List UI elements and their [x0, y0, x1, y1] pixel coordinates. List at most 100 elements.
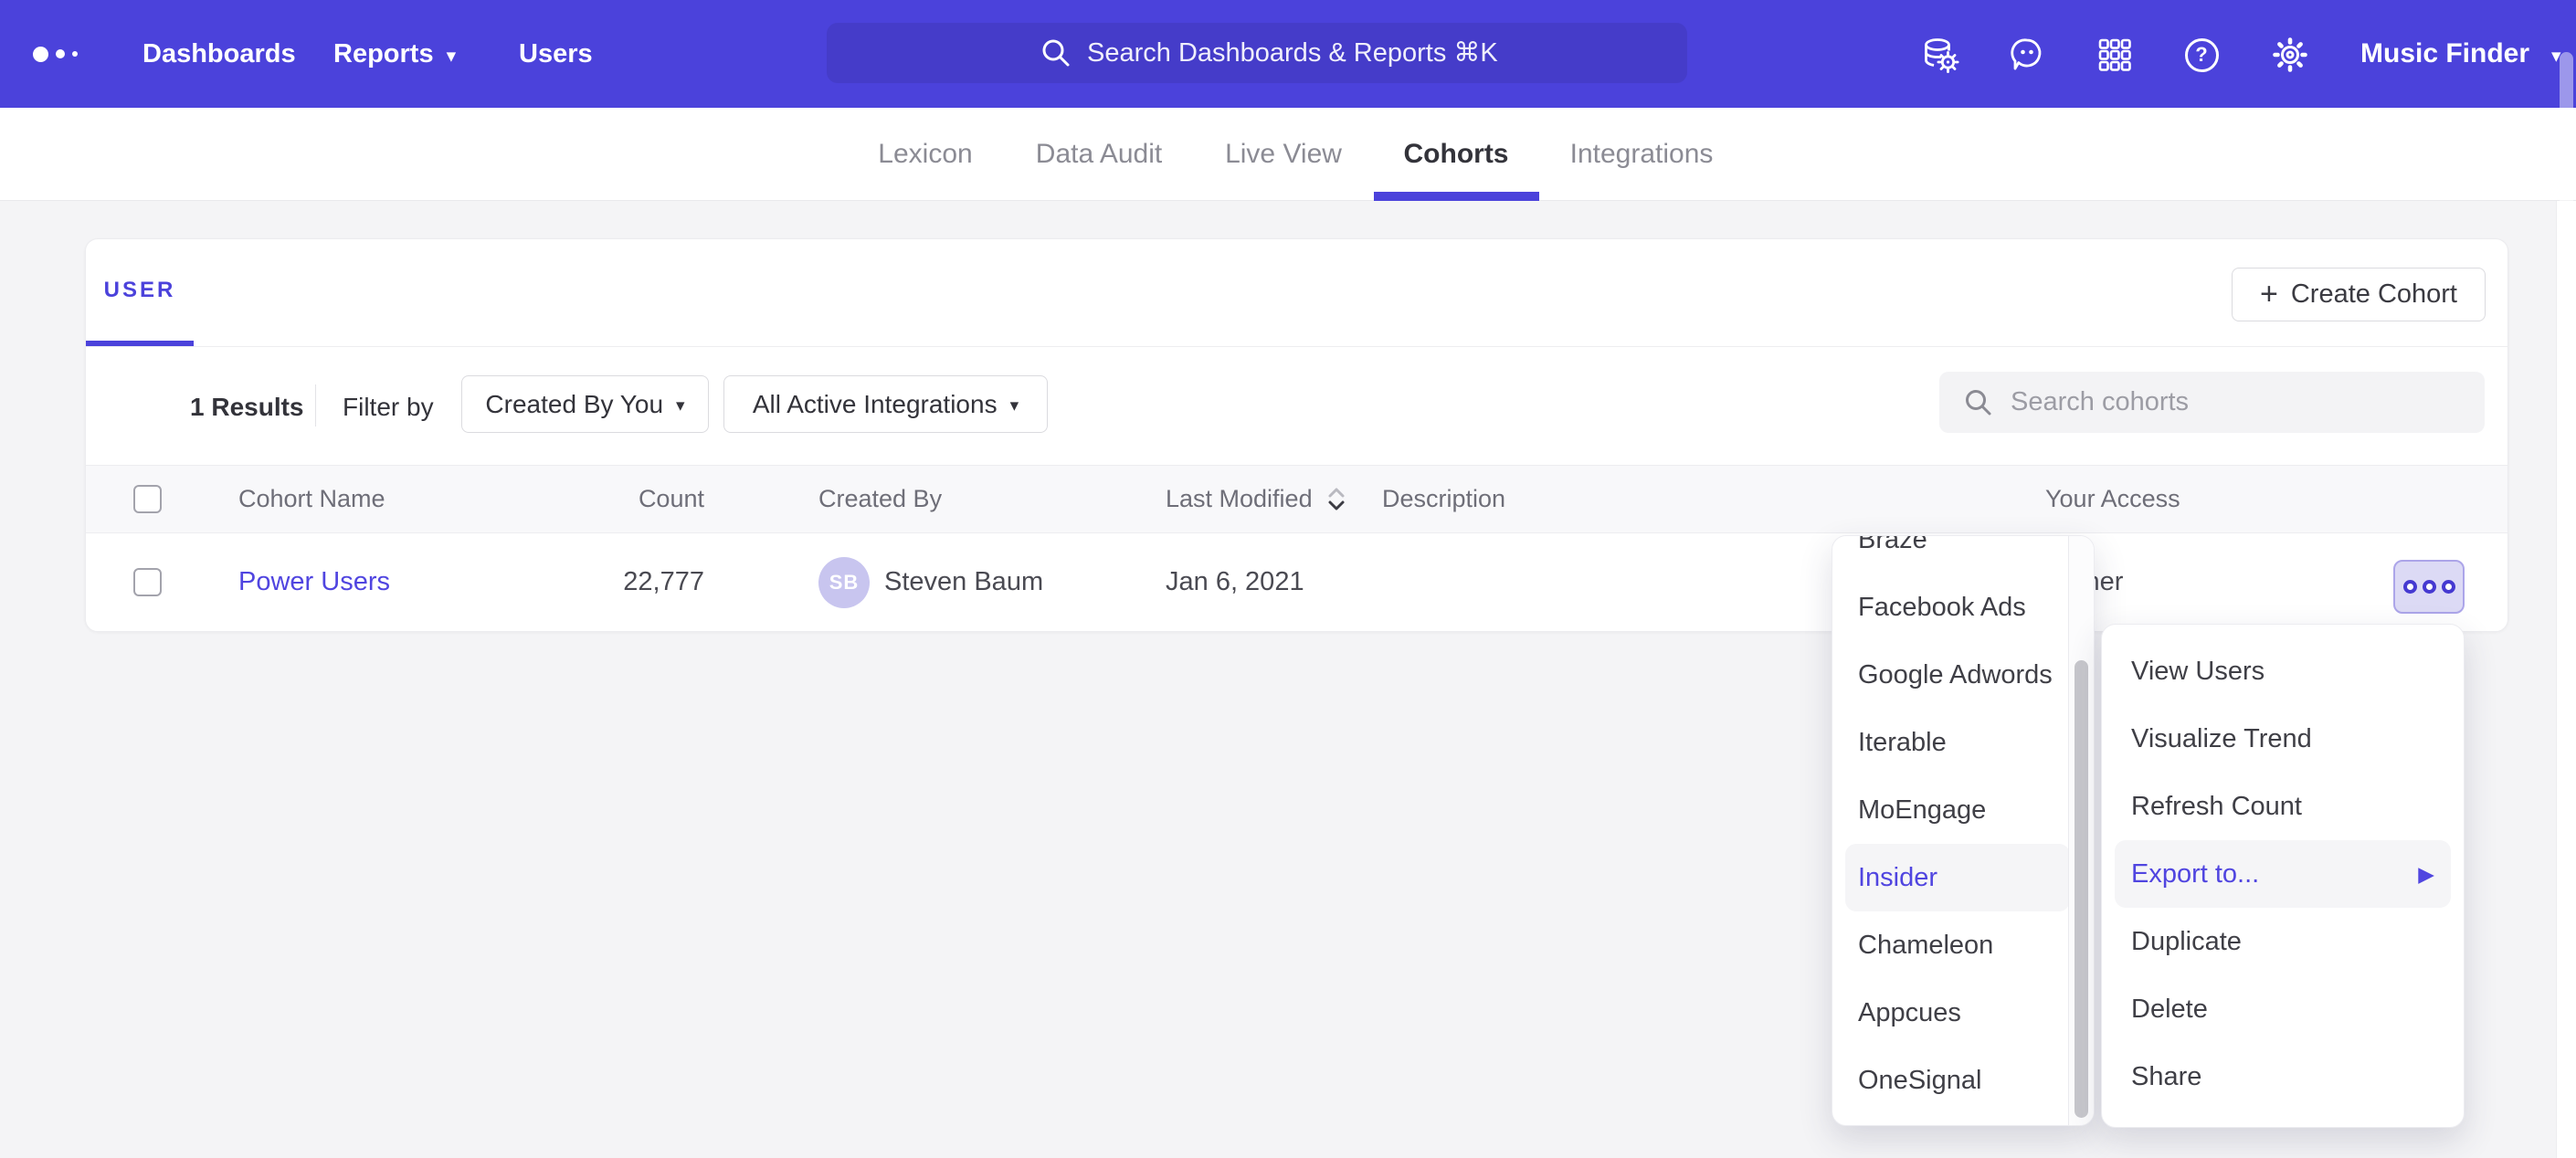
menu-item-refresh-count[interactable]: Refresh Count — [2115, 773, 2451, 840]
column-header-last-modified[interactable]: Last Modified — [1166, 466, 1349, 532]
cohort-name-link[interactable]: Power Users — [238, 567, 390, 597]
menu-item-moengage[interactable]: MoEngage — [1845, 776, 2070, 844]
card-header-divider — [86, 346, 2507, 347]
visualize-trend-label: Visualize Trend — [2131, 724, 2312, 754]
refresh-count-label: Refresh Count — [2131, 792, 2302, 822]
global-search-input[interactable] — [1087, 38, 1672, 68]
menu-item-onesignal[interactable]: OneSignal — [1845, 1047, 2070, 1114]
column-header-created-by: Created By — [818, 466, 942, 532]
create-cohort-label: Create Cohort — [2291, 279, 2457, 310]
tab-integrations-label: Integrations — [1570, 139, 1714, 170]
tab-cohorts[interactable]: Cohorts — [1404, 108, 1509, 200]
tab-lexicon[interactable]: Lexicon — [878, 108, 972, 200]
logo-dot-large — [33, 47, 48, 62]
page-scrollbar-thumb[interactable] — [2560, 52, 2573, 226]
menu-item-view-users[interactable]: View Users — [2115, 637, 2451, 705]
tab-lexicon-label: Lexicon — [878, 139, 972, 170]
active-tab-underline — [1374, 192, 1539, 201]
column-header-your-access: Your Access — [2045, 466, 2180, 532]
avatar: SB — [818, 557, 870, 608]
row-checkbox[interactable] — [133, 568, 162, 596]
search-cohorts-field[interactable] — [1939, 372, 2485, 433]
menu-item-visualize-trend[interactable]: Visualize Trend — [2115, 705, 2451, 773]
logo-dot-medium — [56, 49, 65, 58]
chat-bubble-icon — [2006, 34, 2048, 76]
plus-icon: + — [2260, 279, 2278, 310]
export-to-item-list: Braze Facebook Ads Google Adwords Iterab… — [1845, 536, 2070, 1114]
tab-data-audit[interactable]: Data Audit — [1036, 108, 1162, 200]
chevron-down-icon: ▾ — [447, 47, 457, 66]
tab-data-audit-label: Data Audit — [1036, 139, 1162, 170]
last-modified-label: Last Modified — [1166, 485, 1313, 513]
integrations-filter-dropdown[interactable]: All Active Integrations ▾ — [723, 375, 1048, 433]
menu-item-braze[interactable]: Braze — [1845, 535, 2070, 574]
integrations-filter-value: All Active Integrations — [753, 390, 998, 419]
apps-grid-icon[interactable] — [2094, 34, 2136, 76]
tab-user-cohorts[interactable]: USER — [86, 239, 194, 346]
menu-item-delete[interactable]: Delete — [2115, 975, 2451, 1043]
export-to-label: Export to... — [2131, 859, 2259, 890]
filter-divider — [315, 384, 316, 426]
mixpanel-dots-logo-icon[interactable] — [33, 0, 78, 108]
menu-item-facebook-ads[interactable]: Facebook Ads — [1845, 574, 2070, 641]
share-label: Share — [2131, 1062, 2201, 1092]
view-users-label: View Users — [2131, 657, 2265, 687]
menu-item-chameleon[interactable]: Chameleon — [1845, 911, 2070, 979]
filter-by-label: Filter by — [343, 393, 434, 422]
menu-item-insider[interactable]: Insider — [1845, 844, 2070, 911]
page-scrollbar-track[interactable] — [2556, 201, 2576, 1158]
nav-item-reports[interactable]: Reports ▾ — [333, 0, 456, 108]
column-header-cohort-name: Cohort Name — [238, 466, 385, 532]
grid-squares-icon — [2094, 34, 2136, 76]
table-header-row: Cohort Name Count Created By Last Modifi… — [86, 465, 2507, 533]
menu-item-share[interactable]: Share — [2115, 1043, 2451, 1111]
column-header-description: Description — [1382, 466, 1505, 532]
data-management-icon[interactable] — [1919, 34, 1961, 76]
menu-item-iterable[interactable]: Iterable — [1845, 709, 2070, 776]
column-header-count: Count — [524, 466, 704, 532]
user-tab-label: USER — [104, 278, 176, 303]
submenu-scrollbar-thumb[interactable] — [2075, 660, 2088, 1118]
settings-icon[interactable] — [2269, 34, 2311, 76]
feedback-icon[interactable] — [2006, 34, 2048, 76]
tab-cohorts-label: Cohorts — [1404, 139, 1509, 170]
nav-item-users-label: Users — [519, 39, 593, 69]
created-by-cell: Steven Baum — [884, 533, 1043, 631]
account-name: Music Finder — [2360, 38, 2529, 69]
select-all-checkbox[interactable] — [133, 485, 162, 513]
menu-item-google-adwords[interactable]: Google Adwords — [1845, 641, 2070, 709]
nav-item-users[interactable]: Users — [519, 0, 593, 108]
tab-integrations[interactable]: Integrations — [1570, 108, 1714, 200]
create-cohort-button[interactable]: + Create Cohort — [2232, 268, 2486, 321]
logo-dot-small — [72, 51, 78, 57]
created-by-filter-dropdown[interactable]: Created By You ▾ — [461, 375, 709, 433]
gear-icon — [2269, 34, 2311, 76]
cohorts-page: Dashboards Reports ▾ Users — [0, 0, 2576, 1158]
menu-item-duplicate[interactable]: Duplicate — [2115, 908, 2451, 975]
chevron-down-icon: ▾ — [676, 397, 685, 415]
account-menu[interactable]: Music Finder ▾ — [2360, 0, 2561, 108]
global-search-bar[interactable] — [827, 23, 1687, 83]
table-row: Power Users 22,777 SB Steven Baum Jan 6,… — [86, 533, 2507, 631]
last-modified-cell: Jan 6, 2021 — [1166, 533, 1304, 631]
search-cohorts-input[interactable] — [2011, 387, 2449, 417]
nav-item-dashboards-label: Dashboards — [143, 39, 296, 69]
chevron-down-icon: ▾ — [1010, 397, 1019, 415]
menu-item-appcues[interactable]: Appcues — [1845, 979, 2070, 1047]
menu-item-export-to[interactable]: Export to... ▶ — [2115, 840, 2451, 908]
search-icon — [1040, 37, 1072, 69]
submenu-arrow-icon: ▶ — [2418, 864, 2434, 885]
delete-label: Delete — [2131, 995, 2208, 1025]
tab-live-view[interactable]: Live View — [1225, 108, 1342, 200]
count-cell: 22,777 — [524, 533, 704, 631]
nav-item-dashboards[interactable]: Dashboards — [143, 0, 296, 108]
row-actions-button[interactable] — [2393, 560, 2465, 614]
export-to-submenu: Braze Facebook Ads Google Adwords Iterab… — [1832, 535, 2095, 1126]
search-icon — [1963, 387, 1994, 418]
nav-item-reports-label: Reports — [333, 39, 434, 69]
tab-live-view-label: Live View — [1225, 139, 1342, 170]
ellipsis-icon — [2403, 580, 2417, 594]
help-icon[interactable]: ? — [2180, 34, 2222, 76]
duplicate-label: Duplicate — [2131, 927, 2242, 957]
cohorts-card: USER + Create Cohort 1 Results Filter by… — [85, 238, 2508, 632]
